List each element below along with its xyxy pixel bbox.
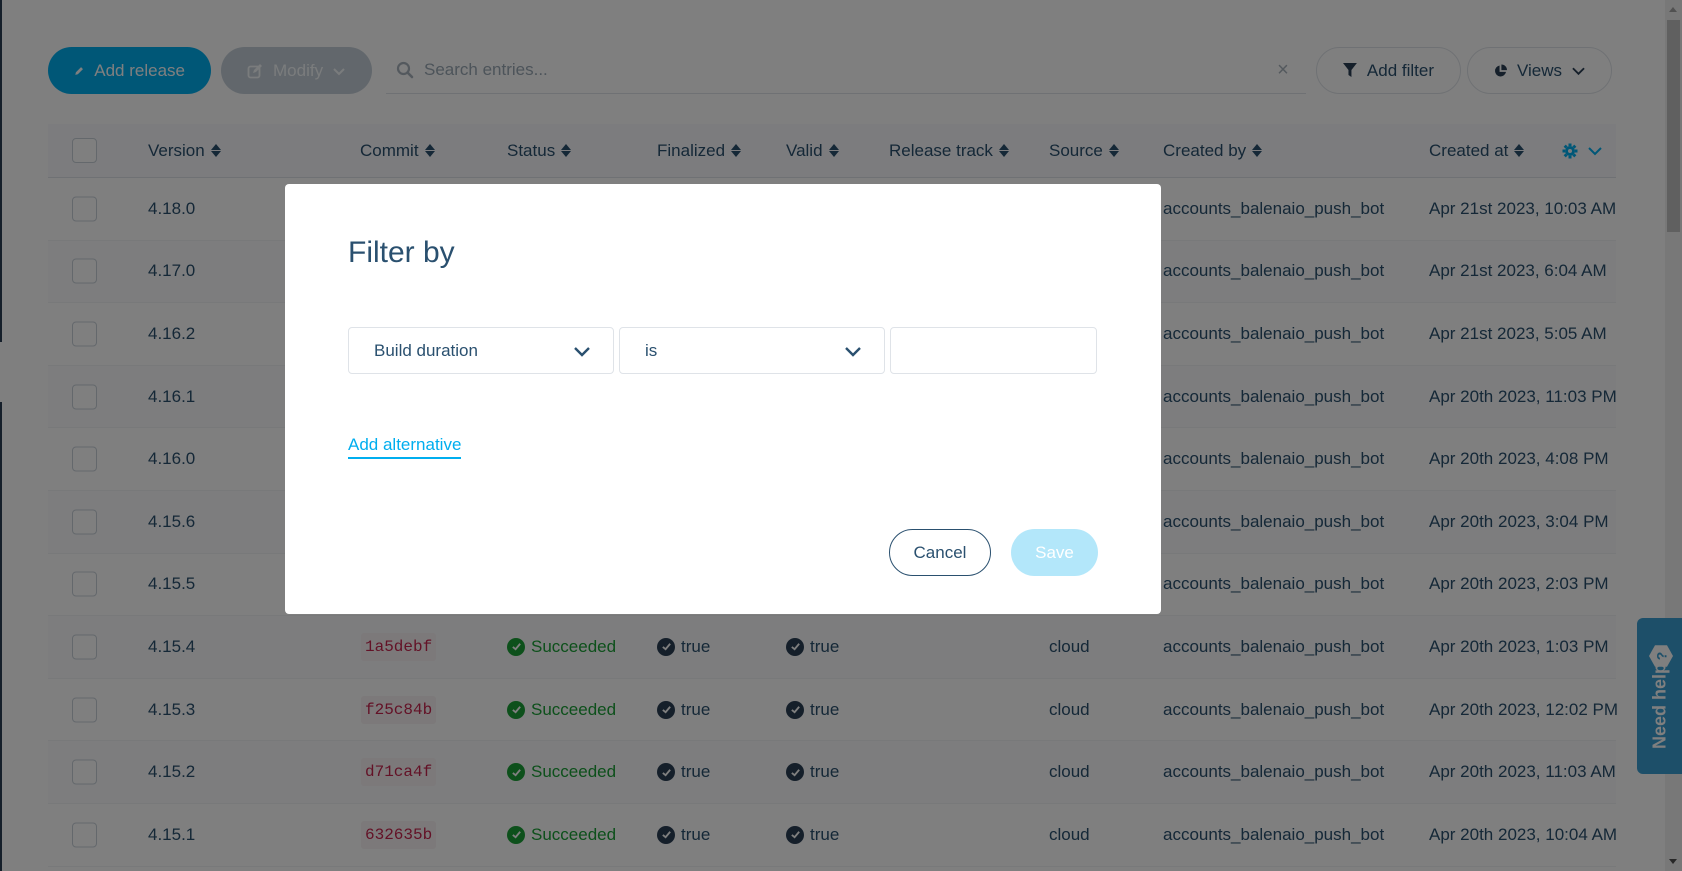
dialog-title: Filter by [348, 236, 455, 269]
filter-field-select[interactable]: Build duration [348, 327, 614, 374]
filter-dialog: Filter by Build duration is Add alternat… [285, 184, 1161, 614]
filter-value-input[interactable] [890, 327, 1097, 374]
save-button[interactable]: Save [1011, 529, 1098, 576]
filter-field-value: Build duration [374, 340, 478, 360]
add-alternative-link[interactable]: Add alternative [348, 435, 462, 459]
filter-operator-value: is [645, 340, 658, 360]
chevron-down-icon [574, 346, 590, 357]
cancel-button[interactable]: Cancel [889, 529, 991, 576]
filter-operator-select[interactable]: is [619, 327, 885, 374]
chevron-down-icon [845, 346, 861, 357]
